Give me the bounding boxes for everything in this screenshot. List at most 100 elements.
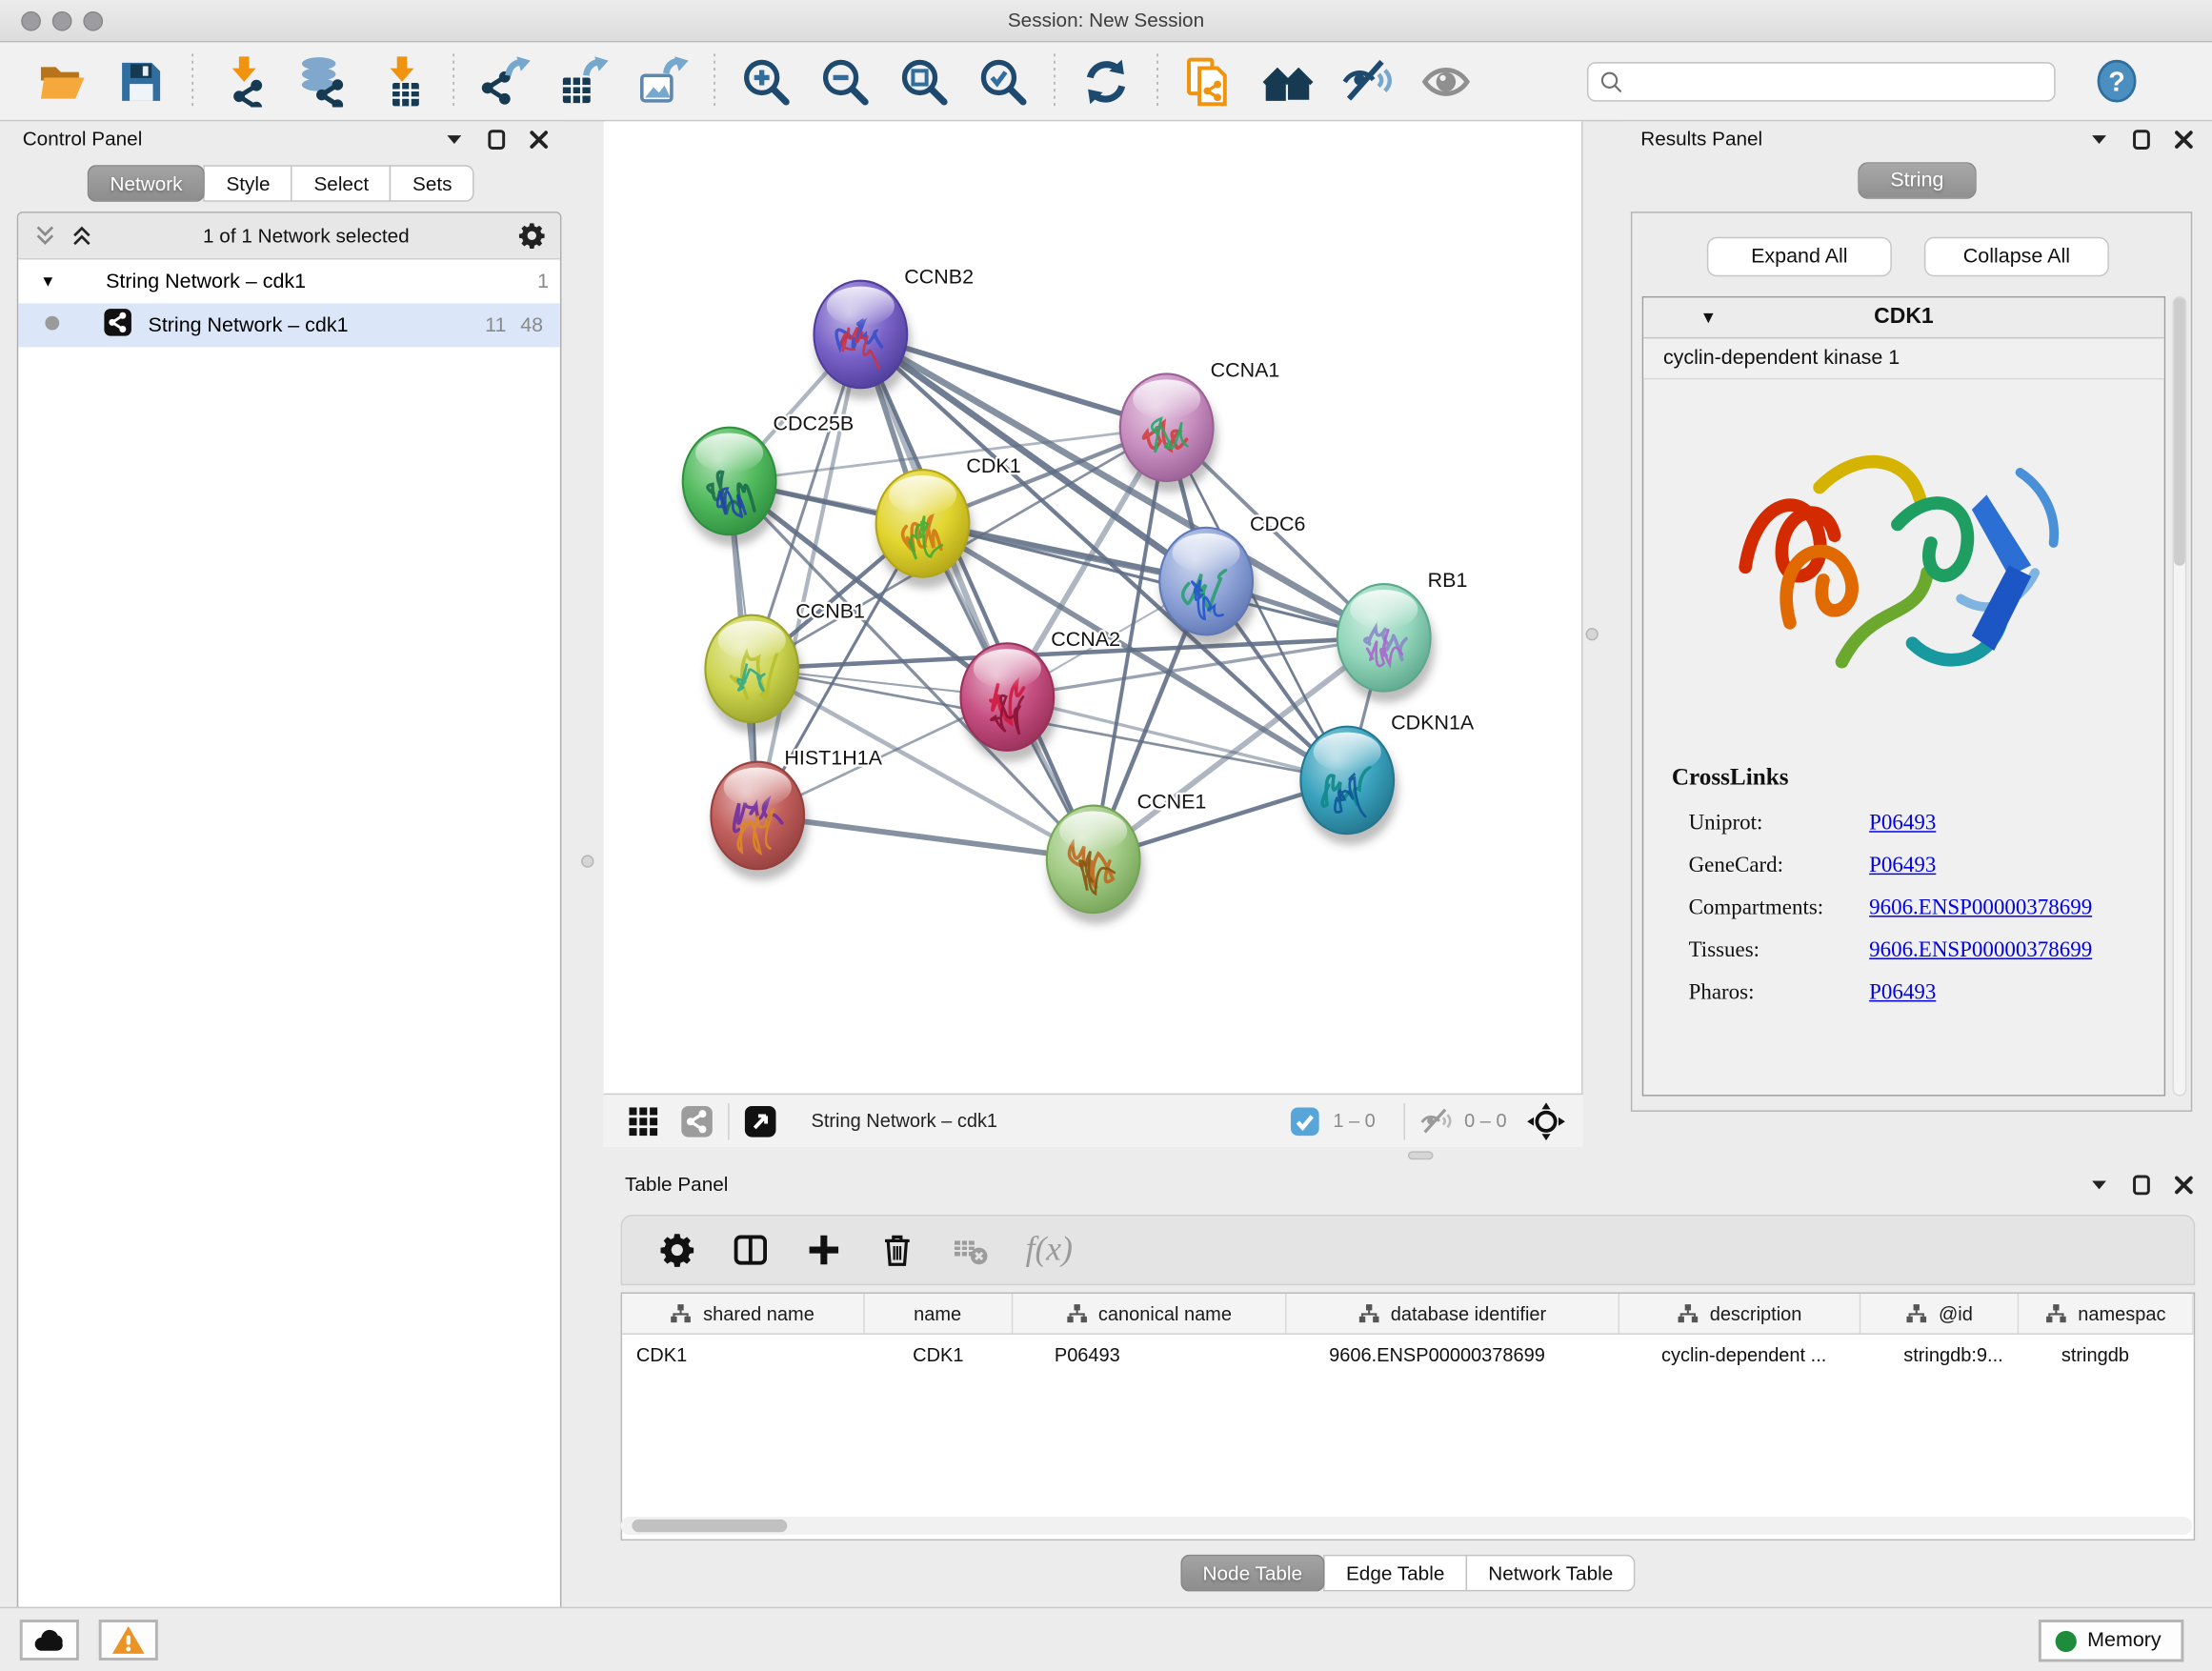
left-splitter-grip[interactable] (581, 855, 593, 867)
warnings-button[interactable] (99, 1620, 158, 1661)
crosslink-link-uniprot[interactable]: P06493 (1869, 811, 1936, 836)
table-cell[interactable]: cyclin-dependent ... (1619, 1335, 1861, 1374)
hide-eye-icon[interactable] (1341, 55, 1392, 106)
results-panel: Results Panel String Expand All Collapse… (1622, 121, 2212, 1163)
network-edge[interactable] (757, 334, 860, 815)
float-panel-icon[interactable] (443, 129, 466, 151)
memory-button[interactable]: Memory (2038, 1620, 2183, 1661)
network-node-ccnb2[interactable]: CCNB2 (814, 266, 974, 399)
function-builder-icon: f(x) (1026, 1231, 1073, 1269)
import-network-database-icon[interactable] (297, 55, 348, 106)
cloud-button[interactable] (20, 1620, 79, 1661)
tab-sets[interactable]: Sets (390, 165, 474, 202)
scrollbar-thumb[interactable] (632, 1520, 787, 1532)
birds-eye-view-icon[interactable] (627, 1104, 661, 1138)
network-edge[interactable] (860, 334, 1093, 859)
zoom-in-icon[interactable] (740, 55, 791, 106)
annotations-icon[interactable] (1183, 55, 1234, 106)
table-cell[interactable]: P06493 (1012, 1335, 1286, 1374)
column-header-name[interactable]: name (864, 1294, 1012, 1333)
zoom-out-icon[interactable] (819, 55, 870, 106)
maximize-panel-icon[interactable] (485, 129, 508, 151)
home-icon[interactable] (1262, 55, 1313, 106)
tab-node-table[interactable]: Node Table (1180, 1555, 1325, 1592)
splitter-grip[interactable] (1408, 1151, 1434, 1159)
network-row[interactable]: String Network – cdk1 11 48 (18, 303, 560, 347)
delete-column-icon[interactable] (879, 1232, 916, 1269)
table-gear-icon[interactable] (659, 1232, 696, 1269)
expander-triangle-icon[interactable]: ▼ (30, 273, 67, 291)
open-session-icon[interactable] (37, 55, 88, 106)
float-panel-icon[interactable] (2088, 129, 2111, 151)
tab-network-table[interactable]: Network Table (1466, 1555, 1636, 1592)
table-cell[interactable]: CDK1 (622, 1335, 864, 1374)
column-header-label: database identifier (1391, 1303, 1546, 1324)
column-header-namespac[interactable]: namespac (2019, 1294, 2193, 1333)
expand-all-icon[interactable] (70, 223, 95, 249)
tab-select[interactable]: Select (292, 165, 392, 202)
close-panel-icon[interactable] (2173, 1174, 2196, 1197)
maximize-panel-icon[interactable] (2130, 129, 2153, 151)
control-panel-tabs: NetworkStyleSelectSets (88, 165, 474, 202)
crosslink-link-compartments[interactable]: 9606.ENSP00000378699 (1869, 896, 2092, 921)
collapse-all-button[interactable]: Collapse All (1924, 237, 2109, 276)
protein-structure-image (1697, 391, 2120, 743)
float-panel-icon[interactable] (2088, 1174, 2111, 1197)
refresh-icon[interactable] (1080, 55, 1131, 106)
table-cell[interactable]: CDK1 (864, 1335, 1012, 1374)
table-cell[interactable]: 9606.ENSP00000378699 (1287, 1335, 1619, 1374)
table-cell[interactable]: stringdb (2019, 1335, 2193, 1374)
results-scrollbar[interactable] (2173, 296, 2187, 1097)
network-node-cdkn1a[interactable]: CDKN1A (1300, 712, 1475, 845)
tab-network[interactable]: Network (88, 165, 205, 202)
column-header-canonical-name[interactable]: canonical name (1013, 1294, 1287, 1333)
table-horizontal-scrollbar[interactable] (621, 1517, 2193, 1535)
tab-string[interactable]: String (1858, 162, 1976, 199)
zoom-fit-icon[interactable] (898, 55, 949, 106)
selected-checkbox-icon[interactable] (1288, 1104, 1322, 1138)
network-node-hist1h1a[interactable]: HIST1H1A (711, 747, 882, 880)
column-header-id[interactable]: @id (1861, 1294, 2020, 1333)
close-panel-icon[interactable] (2173, 129, 2196, 151)
crosslink-link-pharos[interactable]: P06493 (1869, 980, 1936, 1006)
import-network-file-icon[interactable] (219, 55, 270, 106)
zoom-selected-icon[interactable] (977, 55, 1028, 106)
protein-card-header[interactable]: ▼ CDK1 (1643, 297, 2163, 338)
column-type-icon (671, 1303, 692, 1324)
crosslink-link-genecard[interactable]: P06493 (1869, 854, 1936, 879)
collapse-section-icon[interactable]: ▼ (1699, 308, 1717, 328)
export-table-icon[interactable] (558, 55, 609, 106)
close-panel-icon[interactable] (528, 129, 551, 151)
import-table-icon[interactable] (376, 55, 427, 106)
help-icon[interactable]: ? (2095, 59, 2139, 103)
search-input[interactable] (1631, 63, 2047, 100)
expand-all-button[interactable]: Expand All (1707, 237, 1892, 276)
gear-icon[interactable] (517, 221, 546, 250)
crosslink-link-tissues[interactable]: 9606.ENSP00000378699 (1869, 938, 2092, 964)
column-header-shared-name[interactable]: shared name (622, 1294, 864, 1333)
open-in-window-icon[interactable] (743, 1104, 777, 1138)
collapse-all-icon[interactable] (32, 223, 58, 249)
show-columns-icon[interactable] (733, 1232, 770, 1269)
network-collection-row[interactable]: ▼ String Network – cdk1 1 (18, 259, 560, 303)
network-node-ccna1[interactable]: CCNA1 (1120, 358, 1280, 492)
export-network-icon[interactable] (479, 55, 530, 106)
fit-selected-crosshair-icon[interactable] (1526, 1101, 1565, 1140)
column-header-database-identifier[interactable]: database identifier (1287, 1294, 1619, 1333)
table-row[interactable]: CDK1CDK1P064939606.ENSP00000378699cyclin… (622, 1335, 2194, 1374)
export-image-icon[interactable] (637, 55, 688, 106)
show-eye-icon[interactable] (1420, 55, 1471, 106)
right-splitter-grip[interactable] (1585, 628, 1598, 640)
control-panel: Control Panel NetworkStyleSelectSets 1 o… (0, 121, 564, 1606)
network-node-rb1[interactable]: RB1 (1337, 569, 1468, 702)
tab-edge-table[interactable]: Edge Table (1323, 1555, 1467, 1592)
column-header-description[interactable]: description (1619, 1294, 1861, 1333)
tab-style[interactable]: Style (204, 165, 292, 202)
table-cell[interactable]: stringdb:9... (1861, 1335, 2020, 1374)
share-network-icon[interactable] (680, 1104, 714, 1138)
save-session-icon[interactable] (115, 55, 166, 106)
network-canvas[interactable]: CCNB2CCNA1CDC25BCDK1CDC6RB1CCNB1CCNA2CDK… (604, 121, 1583, 1093)
scrollbar-thumb[interactable] (2174, 297, 2185, 565)
create-column-icon[interactable] (806, 1232, 843, 1269)
maximize-panel-icon[interactable] (2130, 1174, 2153, 1197)
